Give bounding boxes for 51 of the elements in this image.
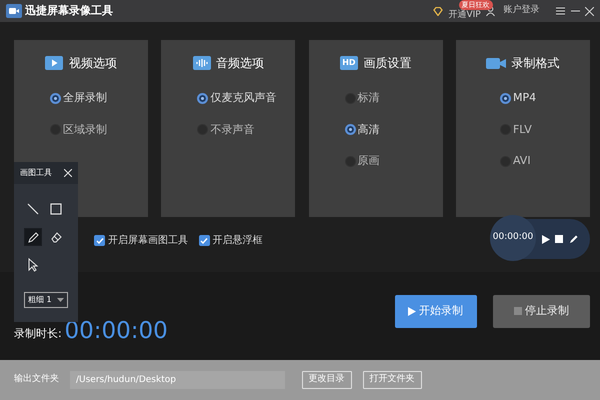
line-tool-icon[interactable] bbox=[25, 201, 41, 217]
play-icon bbox=[408, 306, 416, 316]
stop-recording-button[interactable]: 停止录制 bbox=[493, 294, 590, 328]
sound-wave-icon bbox=[192, 56, 211, 70]
close-icon[interactable] bbox=[64, 169, 72, 177]
pencil-icon[interactable] bbox=[568, 234, 578, 244]
option-label: 不录声音 bbox=[210, 122, 254, 138]
radio-button[interactable] bbox=[344, 124, 356, 136]
radio-button[interactable] bbox=[50, 92, 61, 104]
duration-label: 录制时长: bbox=[14, 326, 62, 342]
checkbox[interactable] bbox=[198, 235, 210, 246]
start-recording-button[interactable]: 开始录制 bbox=[394, 294, 476, 328]
account-login-link[interactable]: 账户登录 bbox=[504, 4, 540, 18]
video-camera-icon bbox=[486, 56, 506, 70]
checkbox[interactable] bbox=[94, 235, 105, 246]
menu-icon[interactable] bbox=[556, 7, 565, 15]
option-label: 区域录制 bbox=[63, 122, 107, 138]
window-title: 迅捷屏幕录像工具 bbox=[24, 2, 113, 19]
play-icon[interactable] bbox=[542, 234, 550, 244]
option-label: 仅麦克风声音 bbox=[210, 90, 276, 106]
hd-icon: HD bbox=[340, 56, 358, 70]
option-label: AVI bbox=[512, 153, 531, 169]
play-icon bbox=[45, 56, 64, 70]
radio-button[interactable] bbox=[197, 92, 208, 104]
caret-icon bbox=[57, 298, 64, 302]
option-label: 标清 bbox=[358, 90, 380, 106]
floating-timer: 00:00:00 bbox=[490, 214, 536, 260]
rectangle-tool-icon[interactable] bbox=[48, 201, 64, 217]
panel-title: 录制格式 bbox=[512, 55, 560, 72]
option-label: 全屏录制 bbox=[63, 90, 107, 106]
option-label: 高清 bbox=[358, 122, 380, 138]
option-label: FLV bbox=[512, 122, 532, 138]
duration-timer: 00:00:00 bbox=[64, 320, 168, 342]
user-icon bbox=[486, 6, 496, 16]
radio-button[interactable] bbox=[500, 92, 511, 104]
checkbox-label: 开启悬浮框 bbox=[212, 234, 262, 248]
panel-title: 视频选项 bbox=[68, 55, 117, 72]
panel-title: 音频选项 bbox=[216, 55, 264, 72]
panel-title: 画质设置 bbox=[363, 55, 412, 72]
camera-icon bbox=[6, 4, 22, 18]
close-icon[interactable] bbox=[585, 6, 594, 16]
output-folder-label: 输出文件夹 bbox=[14, 373, 59, 386]
pen-tool-icon[interactable] bbox=[25, 229, 41, 245]
option-label: MP4 bbox=[512, 90, 536, 106]
diamond-icon bbox=[433, 6, 443, 16]
panel-title: 画图工具 bbox=[20, 167, 52, 179]
vip-link[interactable]: 开通VIP bbox=[448, 10, 481, 20]
option-label: 原画 bbox=[358, 153, 380, 169]
thickness-dropdown[interactable]: 粗细 1 bbox=[24, 292, 68, 308]
stop-icon bbox=[514, 307, 522, 315]
checkbox-label: 开启屏幕画图工具 bbox=[108, 234, 188, 248]
